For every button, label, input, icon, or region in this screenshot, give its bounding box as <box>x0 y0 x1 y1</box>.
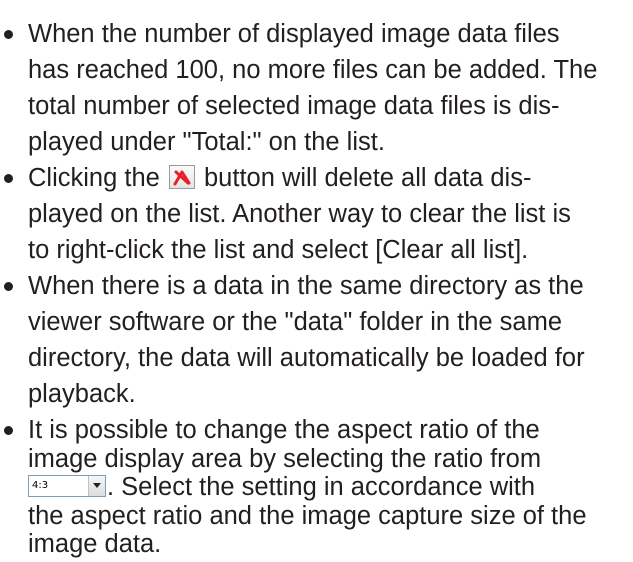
text-line: playback. <box>28 380 136 408</box>
clear-list-button[interactable] <box>168 165 195 190</box>
aspect-ratio-select[interactable]: 4:3 <box>28 475 106 498</box>
text-line: total number of selected image data file… <box>28 92 560 120</box>
dropdown-arrow-icon <box>93 483 101 489</box>
bullet-dot <box>4 282 13 291</box>
text-line: directory, the data will automatically b… <box>28 344 585 372</box>
bullet-dot <box>4 174 13 183</box>
text-line: played under "Total:" on the list. <box>28 128 385 156</box>
text-segment: button will delete all data dis- <box>204 164 532 192</box>
aspect-ratio-value: 4:3 <box>32 480 49 492</box>
text-line: When the number of displayed image data … <box>28 20 560 48</box>
aspect-ratio-dropdown-button[interactable] <box>88 476 105 497</box>
text-line: played on the list. Another way to clear… <box>28 200 571 228</box>
delete-x-icon <box>173 170 191 186</box>
text-line: to right-click the list and select [Clea… <box>28 236 529 264</box>
text-line: When there is a data in the same directo… <box>28 272 584 300</box>
text-line: viewer software or the "data" folder in … <box>28 308 563 336</box>
bullet-dot <box>4 426 13 435</box>
text-line: Clicking the button will delete all data… <box>28 160 531 196</box>
text-segment: Clicking the <box>28 164 160 192</box>
bullet-dot <box>4 30 13 39</box>
text-line: has reached 100, no more files can be ad… <box>28 56 598 84</box>
